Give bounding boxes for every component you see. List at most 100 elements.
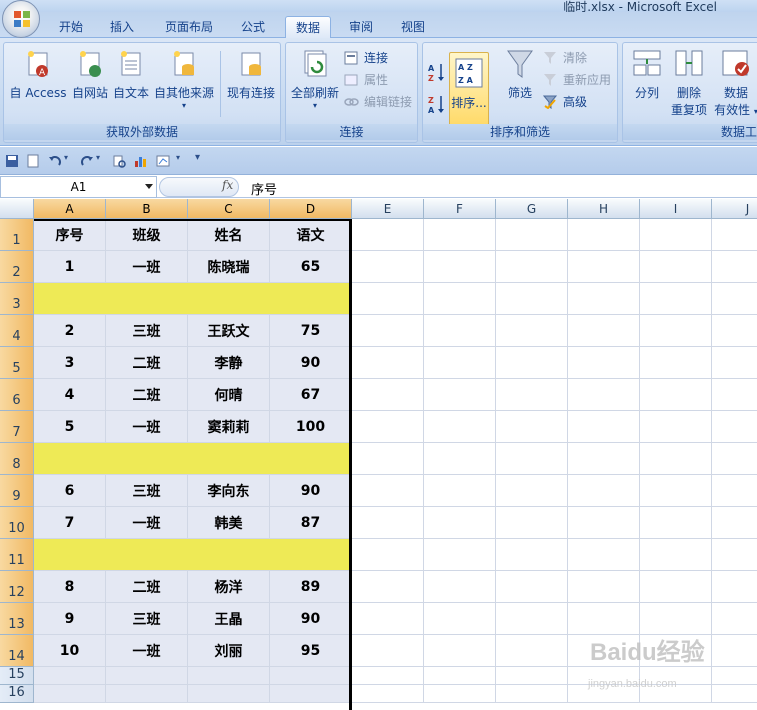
redo-dropdown-icon[interactable]: ▾ [96,153,100,162]
cell-b7[interactable]: 一班 [106,411,188,443]
edit-links-button[interactable]: 编辑链接 [344,92,412,112]
chart-icon[interactable] [134,154,148,168]
cell-a8[interactable] [34,443,106,475]
cell-a4[interactable]: 2 [34,315,106,347]
row-header[interactable]: 15 [0,667,34,685]
cell-j10[interactable] [712,507,757,539]
undo-icon[interactable] [48,154,62,168]
cell-i3[interactable] [640,283,712,315]
row-header[interactable]: 11 [0,539,34,571]
filter-button[interactable]: 筛选 [497,47,543,101]
cell-d3[interactable] [270,283,352,315]
cell-h10[interactable] [568,507,640,539]
cell-j8[interactable] [712,443,757,475]
cell-j14[interactable] [712,635,757,667]
cell-j3[interactable] [712,283,757,315]
cell-e9[interactable] [352,475,424,507]
cell-h11[interactable] [568,539,640,571]
tab-page-layout[interactable]: 页面布局 [158,16,220,38]
column-header-c[interactable]: C [188,199,270,219]
name-box[interactable]: A1 [0,176,157,198]
cell-e1[interactable] [352,219,424,251]
cell-i5[interactable] [640,347,712,379]
cell-b14[interactable]: 一班 [106,635,188,667]
sort-ascending-icon[interactable]: AZ [427,61,445,83]
sort-button[interactable]: A Z Z A 排序... [449,52,489,128]
cell-g3[interactable] [496,283,568,315]
from-text-button[interactable]: 自文本 [110,47,152,101]
cell-g2[interactable] [496,251,568,283]
customize-toolbar-icon[interactable]: ▾ [195,152,200,163]
cell-c14[interactable]: 刘丽 [188,635,270,667]
cell-i10[interactable] [640,507,712,539]
select-all-corner[interactable] [0,199,34,219]
cell-a6[interactable]: 4 [34,379,106,411]
cell-j4[interactable] [712,315,757,347]
undo-dropdown-icon[interactable]: ▾ [64,153,68,162]
column-header-e[interactable]: E [352,199,424,219]
cell-h7[interactable] [568,411,640,443]
cell-d14[interactable]: 95 [270,635,352,667]
row-header[interactable]: 3 [0,283,34,315]
column-header-d[interactable]: D [270,199,352,219]
cell-b2[interactable]: 一班 [106,251,188,283]
cell-j7[interactable] [712,411,757,443]
column-header-i[interactable]: I [640,199,712,219]
row-header[interactable]: 2 [0,251,34,283]
cell-g10[interactable] [496,507,568,539]
column-header-f[interactable]: F [424,199,496,219]
cell-g15[interactable] [496,667,568,685]
tab-formulas[interactable]: 公式 [232,16,274,38]
cell-d16[interactable] [270,685,352,703]
row-header[interactable]: 4 [0,315,34,347]
redo-icon[interactable] [80,154,94,168]
cell-j6[interactable] [712,379,757,411]
cell-f9[interactable] [424,475,496,507]
cell-d13[interactable]: 90 [270,603,352,635]
cell-a15[interactable] [34,667,106,685]
cell-h12[interactable] [568,571,640,603]
cell-a13[interactable]: 9 [34,603,106,635]
cell-d12[interactable]: 89 [270,571,352,603]
cell-h13[interactable] [568,603,640,635]
cell-e13[interactable] [352,603,424,635]
cell-c1[interactable]: 姓名 [188,219,270,251]
cell-d15[interactable] [270,667,352,685]
cell-c12[interactable]: 杨洋 [188,571,270,603]
cell-c9[interactable]: 李向东 [188,475,270,507]
cell-e11[interactable] [352,539,424,571]
cell-e4[interactable] [352,315,424,347]
cell-e7[interactable] [352,411,424,443]
cell-d7[interactable]: 100 [270,411,352,443]
cell-j1[interactable] [712,219,757,251]
cell-f2[interactable] [424,251,496,283]
sort-descending-icon[interactable]: ZA [427,93,445,115]
formula-input[interactable]: 序号 [251,179,277,198]
cell-g16[interactable] [496,685,568,703]
new-document-icon[interactable] [26,154,40,168]
cell-i2[interactable] [640,251,712,283]
cell-c10[interactable]: 韩美 [188,507,270,539]
cell-a1[interactable]: 序号 [34,219,106,251]
cell-i9[interactable] [640,475,712,507]
cell-i1[interactable] [640,219,712,251]
chart-dropdown-icon[interactable]: ▾ [176,153,180,162]
cell-e10[interactable] [352,507,424,539]
cell-i6[interactable] [640,379,712,411]
cell-c15[interactable] [188,667,270,685]
cell-a12[interactable]: 8 [34,571,106,603]
cell-f12[interactable] [424,571,496,603]
cell-h3[interactable] [568,283,640,315]
cell-b16[interactable] [106,685,188,703]
cell-g5[interactable] [496,347,568,379]
cell-d10[interactable]: 87 [270,507,352,539]
cell-j2[interactable] [712,251,757,283]
tab-home[interactable]: 开始 [52,16,90,38]
row-header[interactable]: 5 [0,347,34,379]
cell-f10[interactable] [424,507,496,539]
cell-i11[interactable] [640,539,712,571]
cell-j5[interactable] [712,347,757,379]
cell-b4[interactable]: 三班 [106,315,188,347]
row-header[interactable]: 12 [0,571,34,603]
cell-h8[interactable] [568,443,640,475]
